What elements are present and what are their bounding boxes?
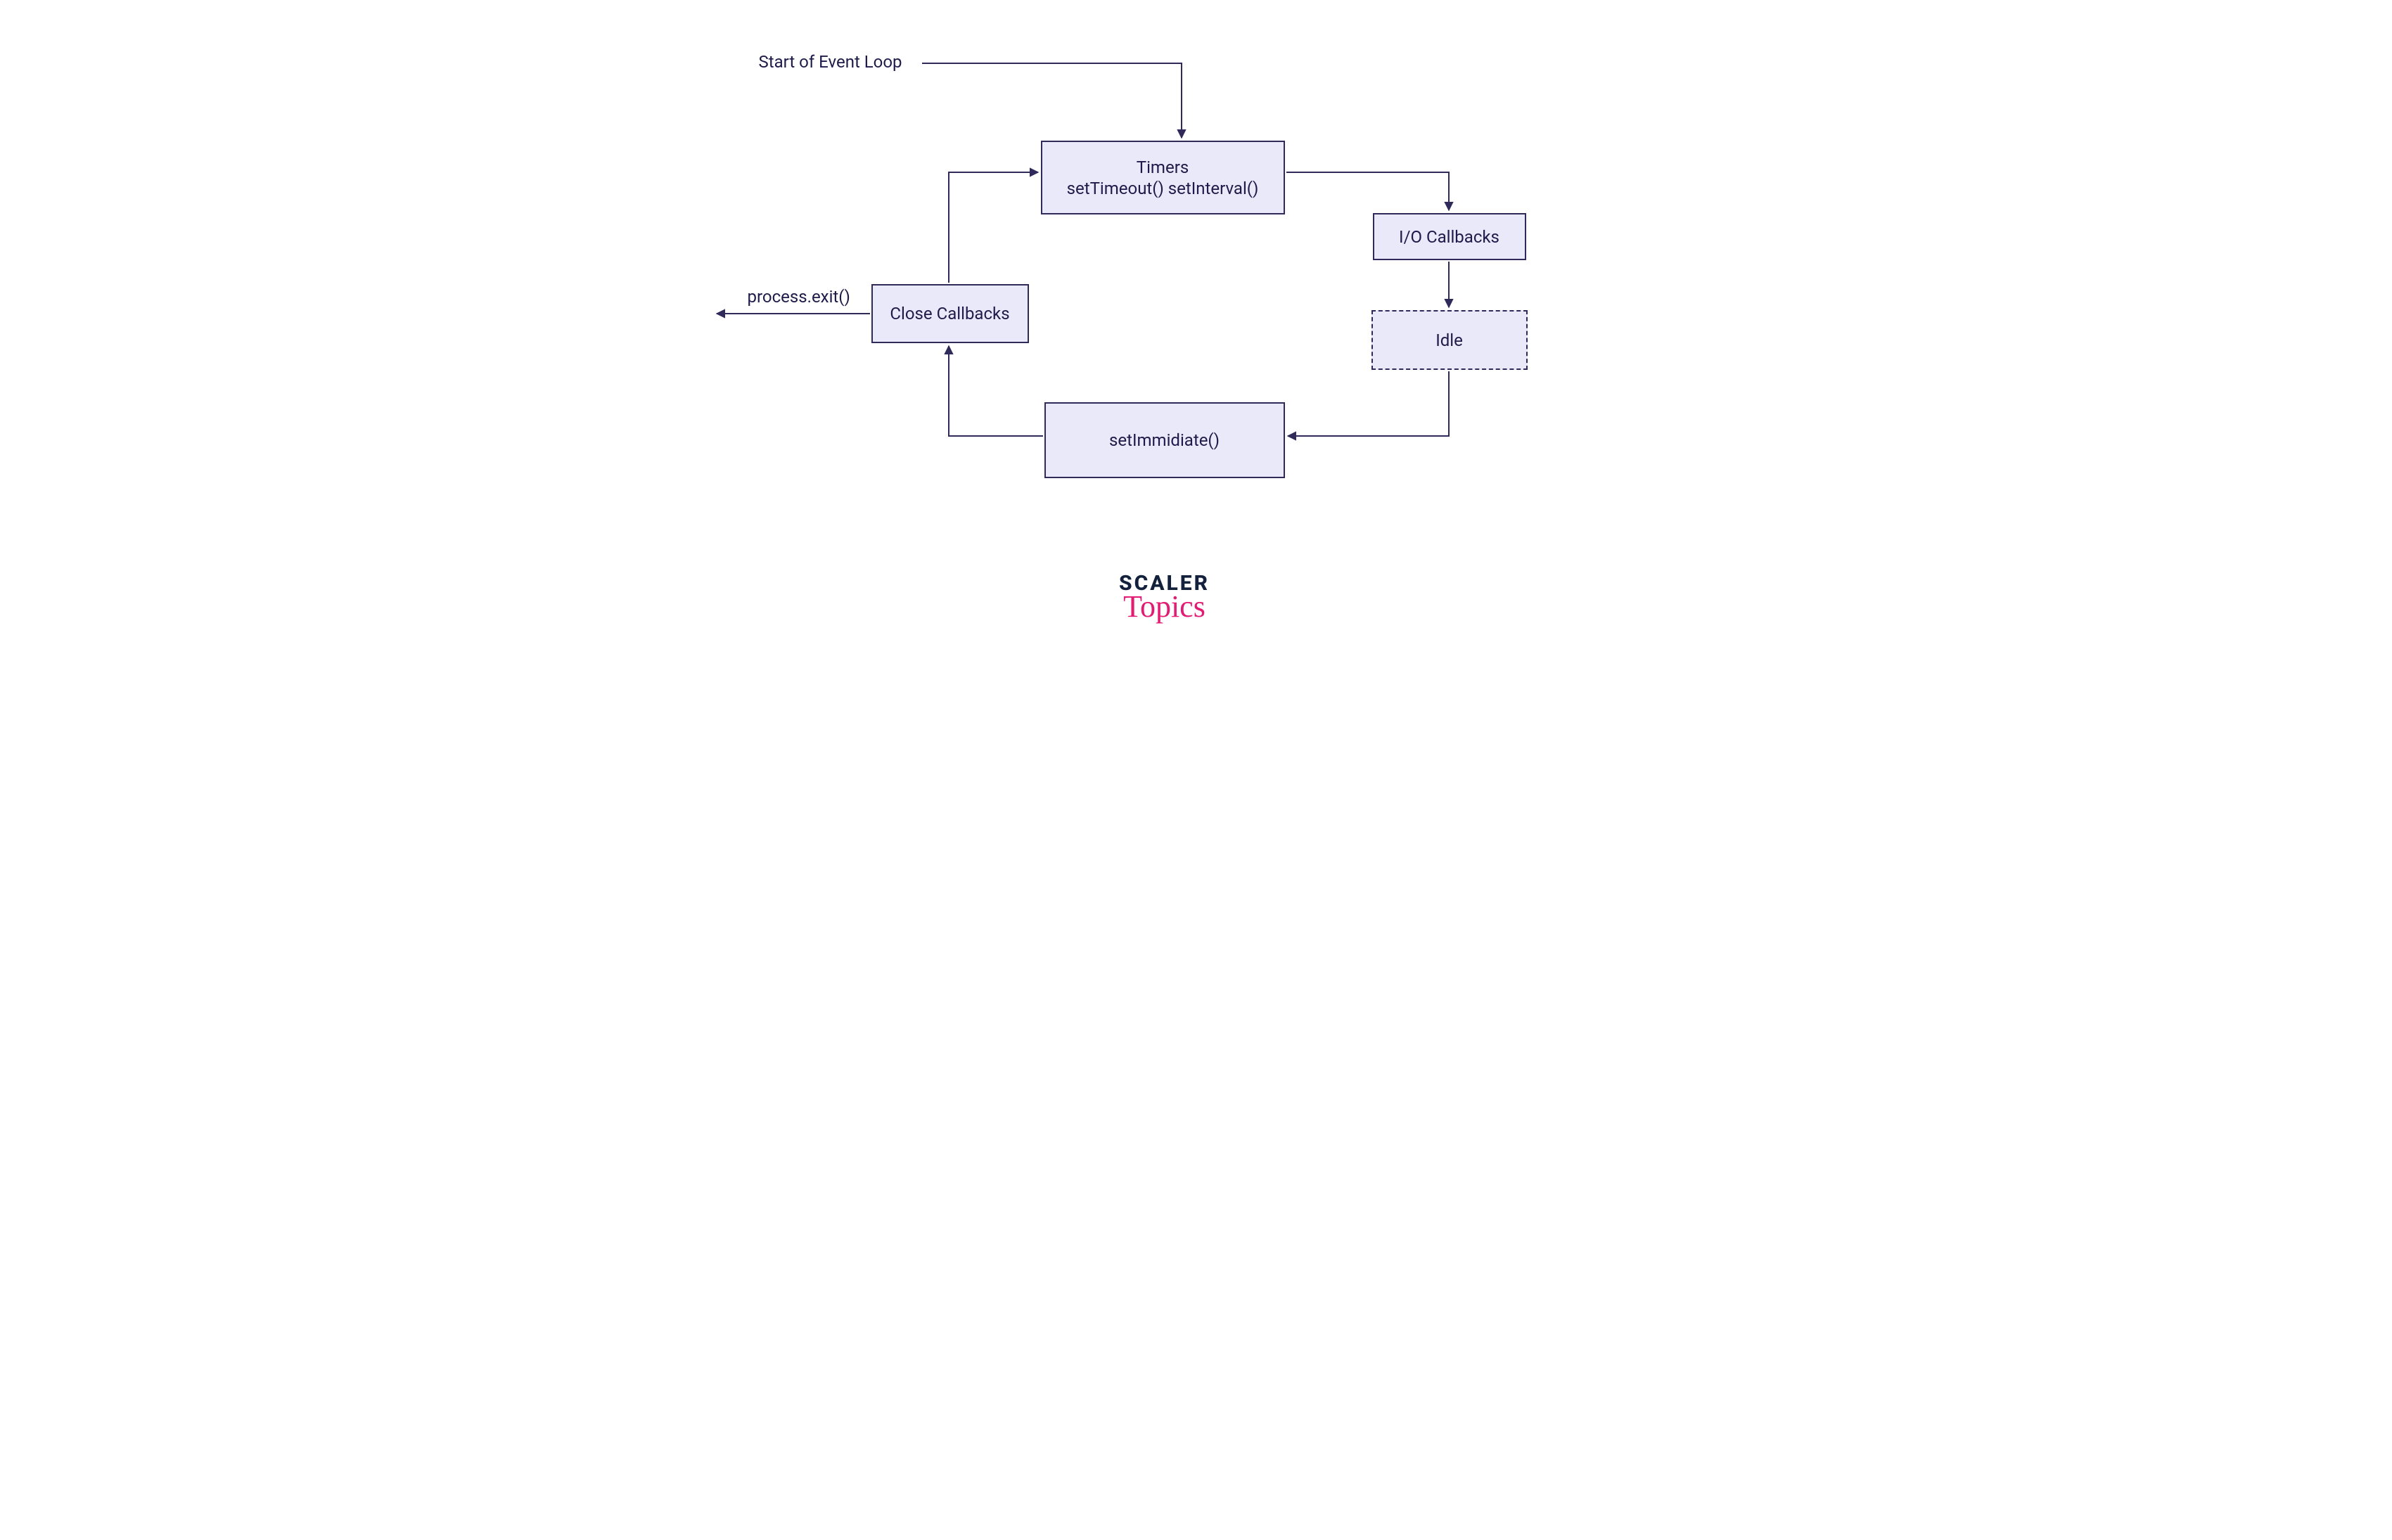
logo-bottom-text: Topics bbox=[1091, 589, 1239, 624]
arrow-timers-to-io bbox=[1286, 172, 1449, 210]
arrow-setimmediate-to-close bbox=[949, 346, 1043, 436]
arrow-idle-to-setimmediate bbox=[1288, 371, 1449, 436]
scaler-topics-logo: SCALER Topics bbox=[1091, 571, 1239, 624]
arrow-close-to-timers bbox=[949, 172, 1038, 283]
arrow-start-to-timers bbox=[922, 63, 1182, 138]
diagram-canvas: Start of Event Loop process.exit() Timer… bbox=[648, 0, 1745, 706]
